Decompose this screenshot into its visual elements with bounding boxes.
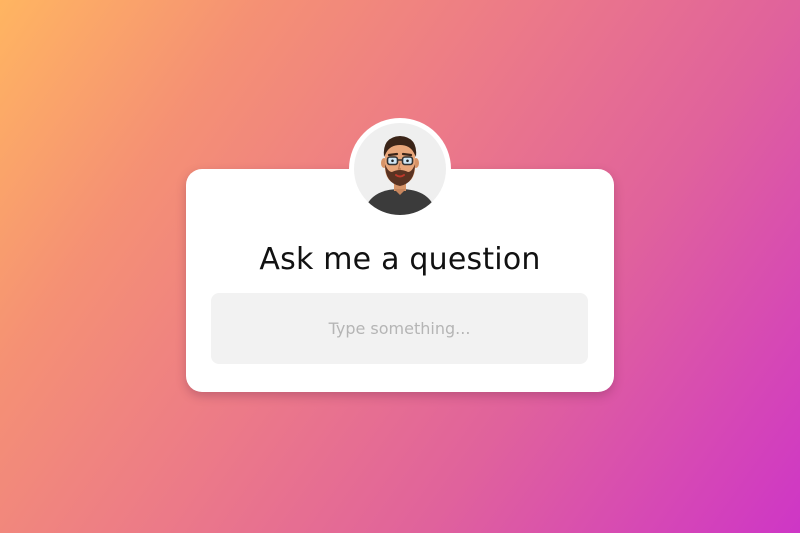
question-input[interactable] — [211, 293, 588, 364]
avatar — [354, 123, 446, 215]
widget-title: Ask me a question — [259, 242, 541, 277]
avatar-frame — [349, 118, 451, 220]
user-avatar-icon — [364, 136, 436, 215]
